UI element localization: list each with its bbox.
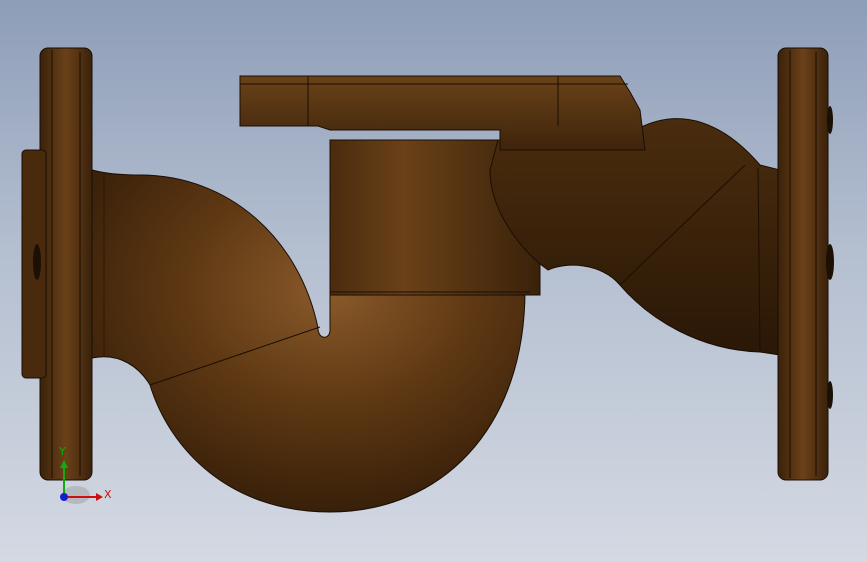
x-axis-label: X (104, 488, 112, 501)
left-flange[interactable] (21, 47, 93, 481)
graphics-viewport[interactable]: X Y (0, 0, 867, 562)
right-flange[interactable] (777, 47, 834, 481)
pipe-fitting-model[interactable]: X Y (0, 0, 867, 562)
top-mounting-plate[interactable] (239, 75, 646, 151)
right-pipe[interactable] (489, 118, 781, 356)
y-axis-label: Y (58, 445, 66, 458)
